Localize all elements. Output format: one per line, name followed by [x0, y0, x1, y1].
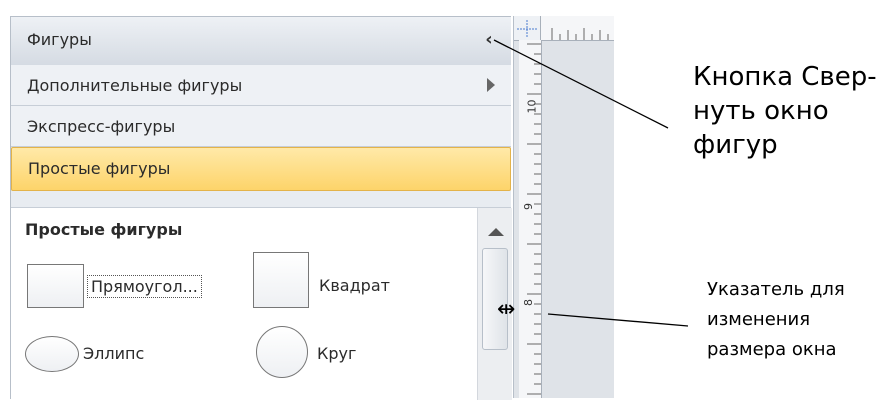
basic-shapes-label: Простые фигуры	[28, 159, 171, 178]
collapse-callout: Кнопка Свер- нуть окно фигур	[693, 60, 883, 162]
quick-shapes-label: Экспресс-фигуры	[27, 117, 176, 136]
circle-label[interactable]: Круг	[317, 344, 356, 363]
vertical-ruler-ticks	[527, 43, 541, 395]
ruler-label-10: 10	[525, 99, 539, 114]
collapse-callout-line2: нуть окно	[693, 96, 829, 126]
rectangle-label[interactable]: Прямоугол...	[87, 275, 202, 298]
square-shape[interactable]	[253, 252, 309, 308]
scroll-up-icon[interactable]	[488, 228, 504, 236]
collapse-shapes-window-button[interactable]: ‹	[479, 27, 499, 53]
stencil-title: Простые фигуры	[25, 220, 183, 239]
resize-pointer-icon[interactable]: ⇹	[497, 299, 527, 321]
shapes-panel-title: Фигуры	[27, 30, 92, 49]
rectangle-shape[interactable]	[27, 264, 84, 308]
stencil-area: Простые фигуры Прямоугол... Квадрат Элли…	[11, 207, 512, 400]
resize-callout-line2: изменения	[707, 309, 811, 330]
chevron-right-icon	[487, 78, 495, 92]
collapse-callout-line3: фигур	[693, 130, 778, 160]
crosshair-icon	[517, 20, 538, 38]
resize-callout: Указатель для изменения размера окна	[707, 275, 887, 365]
quick-shapes-item[interactable]: Экспресс-фигуры	[11, 106, 511, 147]
resize-callout-line3: размера окна	[707, 339, 837, 360]
shapes-panel: Фигуры ‹ Дополнительные фигуры Экспресс-…	[10, 16, 512, 400]
resize-callout-line1: Указатель для	[707, 279, 845, 300]
ruler-corner	[514, 16, 541, 40]
basic-shapes-item[interactable]: Простые фигуры	[11, 147, 511, 191]
ruler-label-9: 9	[522, 203, 535, 210]
vertical-ruler[interactable]: 10 9 8	[519, 40, 542, 398]
circle-shape[interactable]	[256, 326, 308, 378]
ruler-area: 10 9 8	[513, 16, 614, 398]
square-label[interactable]: Квадрат	[319, 276, 390, 295]
ellipse-label[interactable]: Эллипс	[83, 344, 144, 363]
collapse-callout-line1: Кнопка Свер-	[693, 62, 877, 92]
ellipse-shape[interactable]	[25, 336, 79, 372]
more-shapes-item[interactable]: Дополнительные фигуры	[11, 65, 511, 106]
more-shapes-label: Дополнительные фигуры	[27, 76, 243, 95]
shapes-panel-header: Фигуры ‹	[11, 17, 511, 66]
